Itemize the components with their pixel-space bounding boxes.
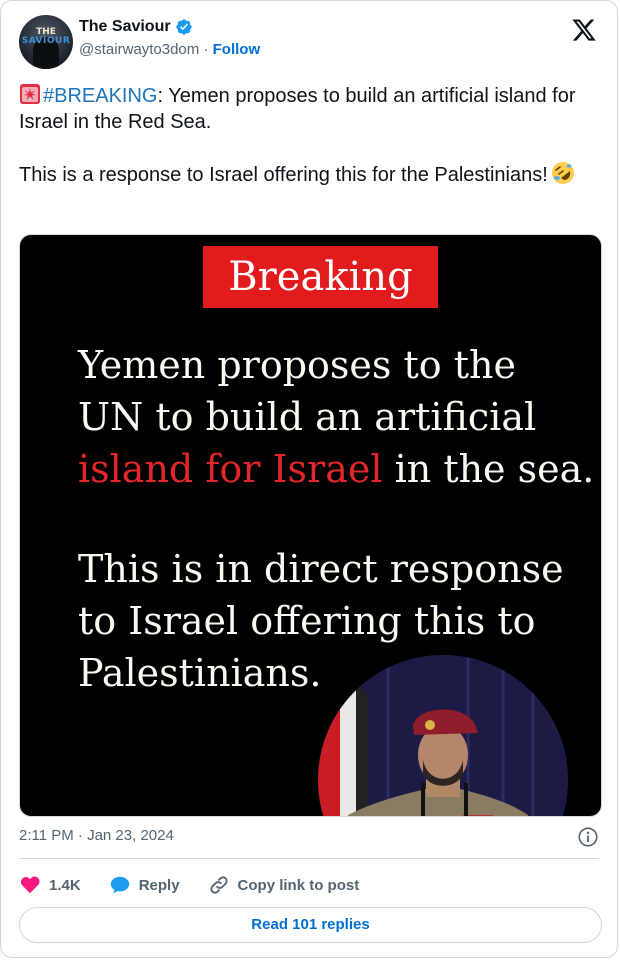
spokesman-portrait: [318, 655, 568, 816]
author-avatar[interactable]: THE SAVIOUR: [19, 15, 73, 69]
copy-link-button[interactable]: Copy link to post: [208, 874, 360, 896]
rolling-laughing-icon: [551, 162, 574, 184]
avatar-text-bottom: SAVIOUR: [21, 36, 71, 46]
image-text-line-2: UN to build an artificial: [78, 395, 537, 439]
image-text-line-5: to Israel offering this to: [78, 599, 536, 643]
tweet-line-2: This is a response to Israel offering th…: [19, 164, 548, 186]
reply-bubble-icon: [110, 876, 129, 894]
tweet-image[interactable]: Breaking Yemen proposes to the UN to bui…: [19, 234, 602, 817]
x-logo-icon[interactable]: [571, 17, 597, 43]
info-icon[interactable]: [577, 826, 599, 848]
read-replies-button[interactable]: Read 101 replies: [19, 907, 602, 943]
breaking-banner-text: Breaking: [228, 254, 413, 300]
handle-separator: ·: [203, 41, 209, 58]
author-name[interactable]: The Saviour: [79, 18, 171, 36]
link-icon: [209, 876, 228, 894]
tweet-paragraph-2: This is a response to Israel offering th…: [19, 161, 599, 188]
image-text-line-3: island for Israel in the sea.: [78, 447, 594, 491]
tweet-paragraph-1: #BREAKING: Yemen proposes to build an ar…: [19, 83, 599, 135]
author-handle[interactable]: @stairwayto3dom: [79, 41, 199, 58]
image-text-line-1: Yemen proposes to the: [78, 343, 516, 387]
action-bar: 1.4K Reply Copy link to post: [19, 873, 359, 897]
author-info: The Saviour @stairwayto3dom · Follow: [79, 16, 260, 61]
follow-link[interactable]: Follow: [213, 41, 261, 58]
divider: [19, 858, 599, 859]
image-text-line-4: This is in direct response: [78, 547, 564, 591]
image-text-line-3-rest: in the sea.: [394, 447, 595, 491]
copy-link-label: Copy link to post: [237, 876, 360, 894]
tweet-embed-card: THE SAVIOUR The Saviour @stairwayto3dom …: [0, 0, 618, 958]
breaking-banner: Breaking: [203, 246, 438, 308]
image-text-line-6: Palestinians.: [78, 651, 322, 695]
tweet-header: THE SAVIOUR The Saviour @stairwayto3dom …: [19, 15, 603, 69]
like-count: 1.4K: [49, 876, 81, 894]
heart-icon: [20, 876, 40, 894]
reply-button[interactable]: Reply: [109, 874, 180, 896]
verified-badge-icon: [175, 19, 192, 35]
siren-icon: [20, 84, 40, 104]
like-button[interactable]: 1.4K: [19, 874, 81, 896]
image-text-highlight: island for Israel: [78, 447, 383, 491]
spokesman-illustration: [318, 655, 568, 816]
tweet-timestamp[interactable]: 2:11 PM · Jan 23, 2024: [19, 827, 174, 844]
tweet-text: #BREAKING: Yemen proposes to build an ar…: [19, 83, 599, 188]
hashtag-breaking[interactable]: #BREAKING: [43, 85, 157, 107]
reply-label: Reply: [138, 876, 180, 894]
